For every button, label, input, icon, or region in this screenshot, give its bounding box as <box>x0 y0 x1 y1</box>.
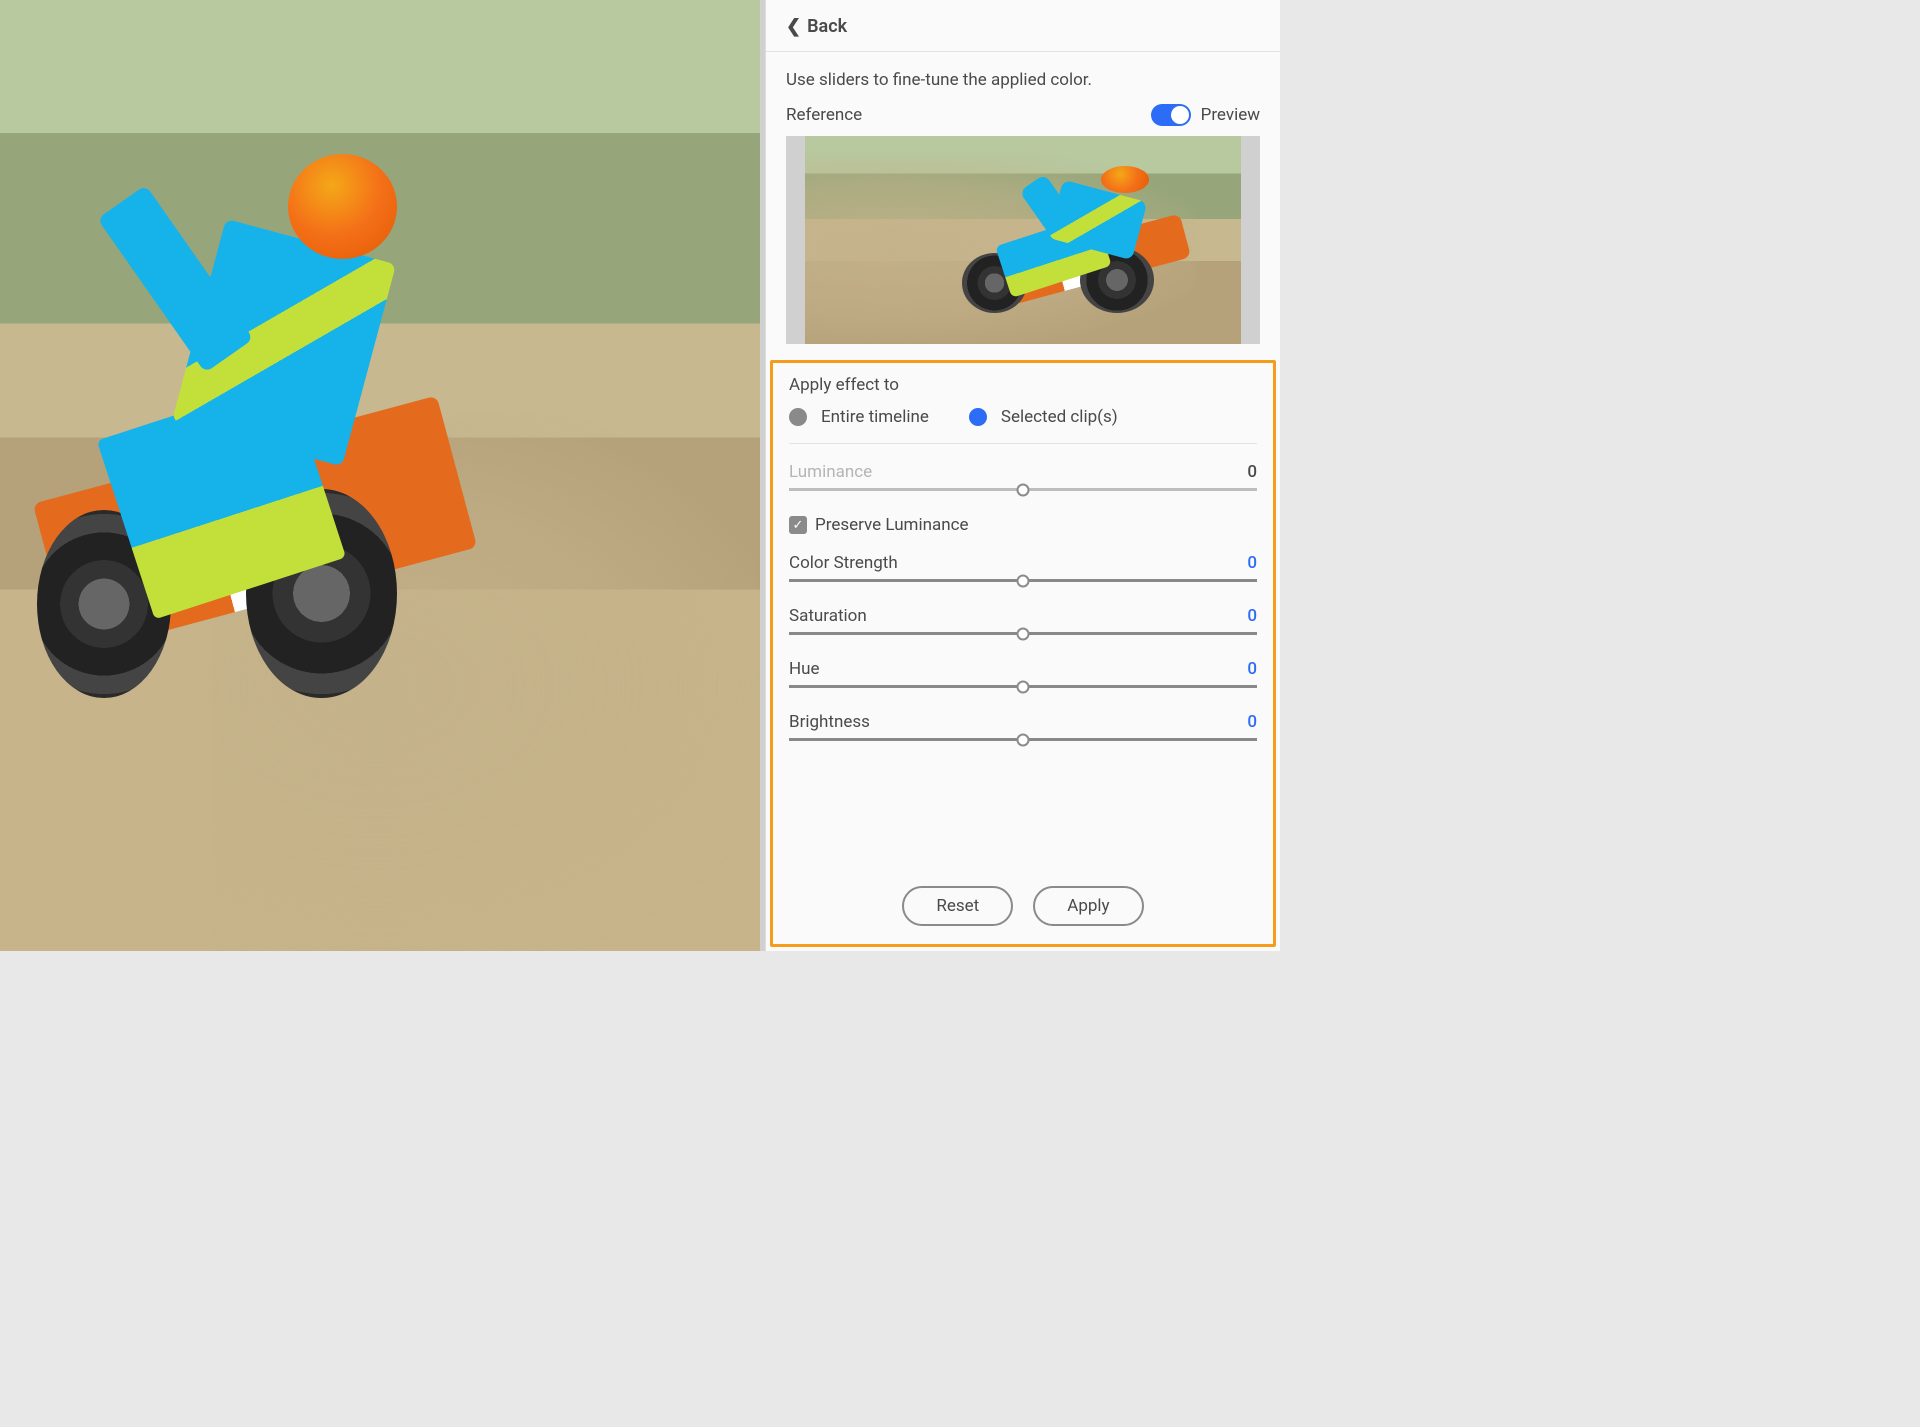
reset-button[interactable]: Reset <box>902 886 1013 926</box>
preview-toggle-group: Preview <box>1151 104 1260 126</box>
saturation-slider[interactable] <box>789 632 1257 635</box>
back-label: Back <box>807 16 847 37</box>
radio-selected-clips[interactable]: Selected clip(s) <box>969 407 1118 427</box>
apply-button[interactable]: Apply <box>1033 886 1143 926</box>
saturation-label: Saturation <box>789 606 867 626</box>
back-button[interactable]: ❮ Back <box>766 0 1280 52</box>
preserve-luminance-row[interactable]: ✓ Preserve Luminance <box>789 515 1257 535</box>
brightness-value: 0 <box>1247 712 1257 732</box>
radio-dot-selected <box>969 408 987 426</box>
main-preview-image: 58 <box>0 0 760 951</box>
effect-controls-highlight: Apply effect to Entire timeline Selected… <box>770 360 1276 947</box>
saturation-value: 0 <box>1247 606 1257 626</box>
slider-thumb[interactable] <box>1017 627 1030 640</box>
radio-label: Entire timeline <box>821 407 929 427</box>
hue-slider[interactable] <box>789 685 1257 688</box>
reference-header-row: Reference Preview <box>766 104 1280 136</box>
apply-effect-title: Apply effect to <box>789 375 1257 395</box>
brightness-slider[interactable] <box>789 738 1257 741</box>
hue-value: 0 <box>1247 659 1257 679</box>
rider-figure: 58 <box>46 133 464 656</box>
color-strength-value: 0 <box>1247 553 1257 573</box>
chevron-left-icon: ❮ <box>786 18 801 36</box>
check-icon: ✓ <box>793 518 804 533</box>
reference-label: Reference <box>786 105 862 125</box>
brightness-label: Brightness <box>789 712 870 732</box>
apply-target-radio-group: Entire timeline Selected clip(s) <box>789 407 1257 444</box>
thumb-rider: 58 <box>971 157 1189 307</box>
reference-thumbnail-container: 58 <box>786 136 1260 344</box>
hue-slider-group: Hue 0 <box>789 659 1257 694</box>
thumb-helmet <box>1101 166 1149 193</box>
radio-entire-timeline[interactable]: Entire timeline <box>789 407 929 427</box>
action-buttons-row: Reset Apply <box>789 862 1257 926</box>
color-strength-slider-group: Color Strength 0 <box>789 553 1257 588</box>
main-preview-area: 58 <box>0 0 765 951</box>
preview-toggle[interactable] <box>1151 104 1191 126</box>
preview-label: Preview <box>1201 105 1260 125</box>
slider-thumb[interactable] <box>1017 483 1030 496</box>
color-strength-label: Color Strength <box>789 553 898 573</box>
hue-label: Hue <box>789 659 820 679</box>
preserve-luminance-label: Preserve Luminance <box>815 515 969 535</box>
color-strength-slider[interactable] <box>789 579 1257 582</box>
preserve-luminance-checkbox[interactable]: ✓ <box>789 516 807 534</box>
toggle-knob <box>1171 106 1189 124</box>
instruction-text: Use sliders to fine-tune the applied col… <box>766 52 1280 104</box>
radio-label: Selected clip(s) <box>1001 407 1118 427</box>
luminance-slider-group: Luminance 0 <box>789 462 1257 497</box>
reference-thumbnail[interactable]: 58 <box>805 136 1241 344</box>
brightness-slider-group: Brightness 0 <box>789 712 1257 747</box>
color-adjustment-panel: ❮ Back Use sliders to fine-tune the appl… <box>765 0 1280 951</box>
rider-helmet <box>288 154 397 259</box>
luminance-value: 0 <box>1247 462 1257 482</box>
slider-thumb[interactable] <box>1017 733 1030 746</box>
slider-thumb[interactable] <box>1017 680 1030 693</box>
luminance-slider[interactable] <box>789 488 1257 491</box>
saturation-slider-group: Saturation 0 <box>789 606 1257 641</box>
radio-dot-unselected <box>789 408 807 426</box>
luminance-label: Luminance <box>789 462 872 482</box>
slider-thumb[interactable] <box>1017 574 1030 587</box>
